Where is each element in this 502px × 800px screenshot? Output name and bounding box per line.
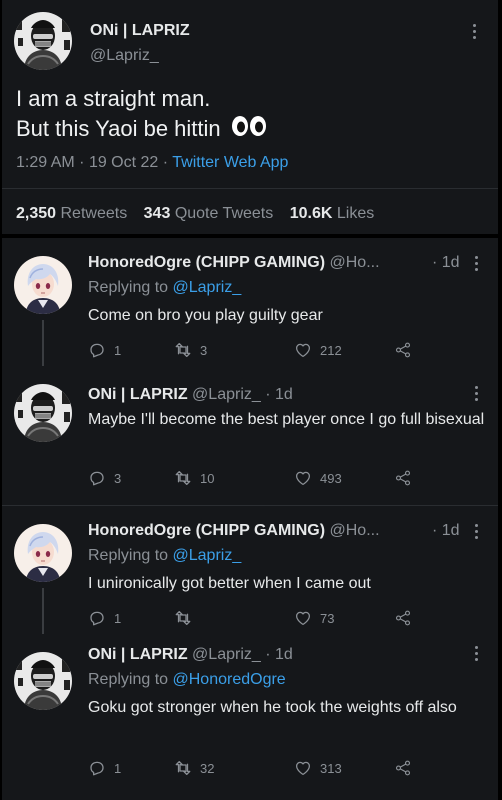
more-options-icon[interactable]: [475, 646, 479, 664]
reply-author-name[interactable]: HonoredOgre (CHIPP GAMING) @Ho...: [88, 254, 380, 272]
like-button[interactable]: 493: [294, 468, 342, 488]
author-handle[interactable]: @Lapriz_: [90, 47, 159, 65]
retweet-icon: [174, 609, 192, 627]
tweet-stats: 2,350 Retweets 343 Quote Tweets 10.6K Li…: [16, 205, 374, 223]
reply-actions: 1 73: [88, 608, 428, 628]
replying-to: Replying to @HonoredOgre: [88, 671, 286, 688]
thread-line: [42, 588, 44, 634]
reply-author-name[interactable]: HonoredOgre (CHIPP GAMING) @Ho...: [88, 522, 380, 540]
share-button[interactable]: [394, 468, 420, 488]
reply-avatar[interactable]: [14, 256, 72, 314]
reply-tweet[interactable]: HonoredOgre (CHIPP GAMING) @Ho... · 1d R…: [2, 238, 498, 366]
reply-button[interactable]: 1: [88, 758, 121, 778]
reply-author-name[interactable]: ONi | LAPRIZ @Lapriz_ · 1d: [88, 646, 293, 664]
more-options-icon[interactable]: [475, 386, 479, 404]
more-options-icon[interactable]: [475, 256, 479, 274]
reply-time: · 1d: [265, 646, 293, 663]
heart-icon: [294, 609, 312, 627]
thread-line: [42, 320, 44, 366]
likes-stat[interactable]: 10.6K Likes: [290, 205, 375, 222]
reply-time[interactable]: · 1d: [432, 254, 460, 272]
retweets-stat[interactable]: 2,350 Retweets: [16, 205, 127, 222]
author-name[interactable]: ONi | LAPRIZ: [90, 22, 190, 40]
retweet-button[interactable]: 32: [174, 758, 214, 778]
mask-avatar-icon: [14, 384, 72, 442]
reply-time[interactable]: · 1d: [432, 522, 460, 540]
reply-tweet[interactable]: ONi | LAPRIZ @Lapriz_ · 1d Maybe I'll be…: [2, 366, 498, 506]
retweet-icon: [174, 469, 192, 487]
share-icon: [394, 609, 412, 627]
heart-icon: [294, 759, 312, 777]
heart-icon: [294, 469, 312, 487]
more-options-icon[interactable]: [473, 24, 477, 42]
reply-button[interactable]: 1: [88, 608, 121, 628]
reply-button[interactable]: 3: [88, 468, 121, 488]
reply-icon: [88, 759, 106, 777]
like-button[interactable]: 212: [294, 340, 342, 360]
reply-author-name[interactable]: ONi | LAPRIZ @Lapriz_ · 1d: [88, 386, 293, 404]
tweet-meta: 1:29 AM · 19 Oct 22 · Twitter Web App: [16, 154, 289, 171]
retweet-button[interactable]: [174, 608, 200, 628]
mask-avatar-icon: [14, 652, 72, 710]
reply-tweet[interactable]: ONi | LAPRIZ @Lapriz_ · 1d Replying to @…: [2, 634, 498, 800]
reply-icon: [88, 341, 106, 359]
eyes-emoji-icon: [231, 115, 267, 145]
author-avatar[interactable]: [14, 12, 72, 70]
retweet-icon: [174, 759, 192, 777]
reply-icon: [88, 469, 106, 487]
quote-tweets-stat[interactable]: 343 Quote Tweets: [144, 205, 274, 222]
replies-card: HonoredOgre (CHIPP GAMING) @Ho... · 1d R…: [2, 238, 498, 800]
reply-text: I unironically got better when I came ou…: [88, 575, 371, 592]
share-button[interactable]: [394, 758, 420, 778]
reply-time: · 1d: [265, 386, 293, 403]
replying-to: Replying to @Lapriz_: [88, 547, 242, 564]
anime-avatar-icon: [14, 524, 72, 582]
share-icon: [394, 759, 412, 777]
reply-text: Goku got stronger when he took the weigh…: [88, 699, 457, 716]
retweet-button[interactable]: 3: [174, 340, 207, 360]
more-options-icon[interactable]: [475, 524, 479, 542]
reply-tweet[interactable]: HonoredOgre (CHIPP GAMING) @Ho... · 1d R…: [2, 506, 498, 634]
reply-text: Come on bro you play guilty gear: [88, 307, 323, 324]
reply-actions: 3 10 493: [88, 468, 428, 488]
tweet-time[interactable]: 1:29 AM: [16, 154, 75, 171]
tweet-text-line2: But this Yaoi be hittin: [16, 114, 267, 145]
main-tweet-card: ONi | LAPRIZ @Lapriz_ I am a straight ma…: [2, 0, 498, 234]
reply-avatar[interactable]: [14, 384, 72, 442]
divider: [2, 188, 498, 189]
heart-icon: [294, 341, 312, 359]
retweet-button[interactable]: 10: [174, 468, 214, 488]
reply-actions: 1 3 212: [88, 340, 428, 360]
reply-actions: 1 32 313: [88, 758, 428, 778]
tweet-text-line1: I am a straight man.: [16, 86, 211, 111]
reply-icon: [88, 609, 106, 627]
like-button[interactable]: 313: [294, 758, 342, 778]
retweet-icon: [174, 341, 192, 359]
share-button[interactable]: [394, 340, 420, 360]
share-button[interactable]: [394, 608, 420, 628]
replying-to: Replying to @Lapriz_: [88, 279, 242, 296]
anime-avatar-icon: [14, 256, 72, 314]
like-button[interactable]: 73: [294, 608, 334, 628]
share-icon: [394, 469, 412, 487]
reply-avatar[interactable]: [14, 524, 72, 582]
reply-button[interactable]: 1: [88, 340, 121, 360]
tweet-source-app[interactable]: Twitter Web App: [172, 154, 288, 171]
reply-avatar[interactable]: [14, 652, 72, 710]
reply-text: Maybe I'll become the best player once I…: [88, 411, 485, 428]
share-icon: [394, 341, 412, 359]
mask-avatar-icon: [14, 12, 72, 70]
tweet-date[interactable]: 19 Oct 22: [89, 154, 158, 171]
